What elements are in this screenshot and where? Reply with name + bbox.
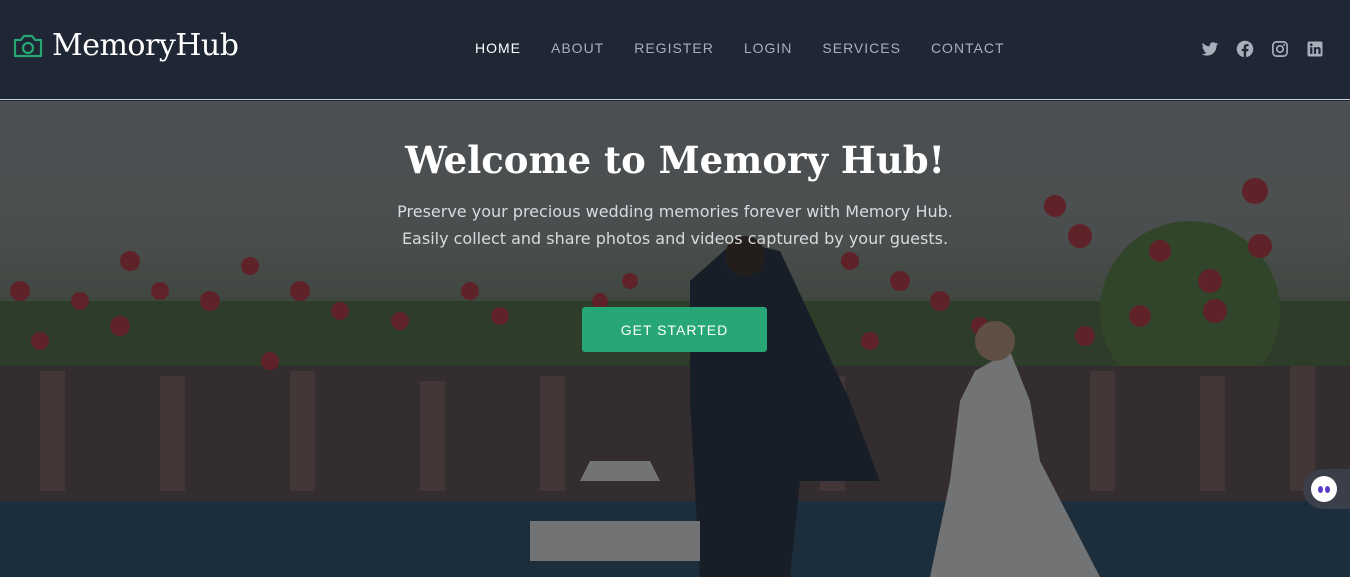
twitter-icon[interactable] [1201,40,1219,58]
facebook-icon[interactable] [1236,40,1254,58]
hero-title: Welcome to Memory Hub! [405,138,945,182]
nav-about[interactable]: ABOUT [536,40,619,56]
brand-name: MemoryHub [52,28,239,63]
nav-home[interactable]: HOME [460,40,536,56]
chat-widget-button[interactable] [1303,469,1350,509]
logo[interactable]: MemoryHub [12,28,239,63]
hero-subtitle: Preserve your precious wedding memories … [397,202,953,248]
get-started-button[interactable]: GET STARTED [582,307,767,352]
nav-register[interactable]: REGISTER [619,40,729,56]
instagram-icon[interactable] [1271,40,1289,58]
camera-icon [13,34,43,57]
site-header: MemoryHub HOME ABOUT REGISTER LOGIN SERV… [0,0,1350,100]
nav-contact[interactable]: CONTACT [916,40,1020,56]
nav-login[interactable]: LOGIN [729,40,808,56]
social-links [1184,40,1324,58]
main-nav: HOME ABOUT REGISTER LOGIN SERVICES CONTA… [460,40,1020,56]
linkedin-icon[interactable] [1306,40,1324,58]
nav-services[interactable]: SERVICES [807,40,916,56]
chat-bot-icon [1311,476,1337,502]
